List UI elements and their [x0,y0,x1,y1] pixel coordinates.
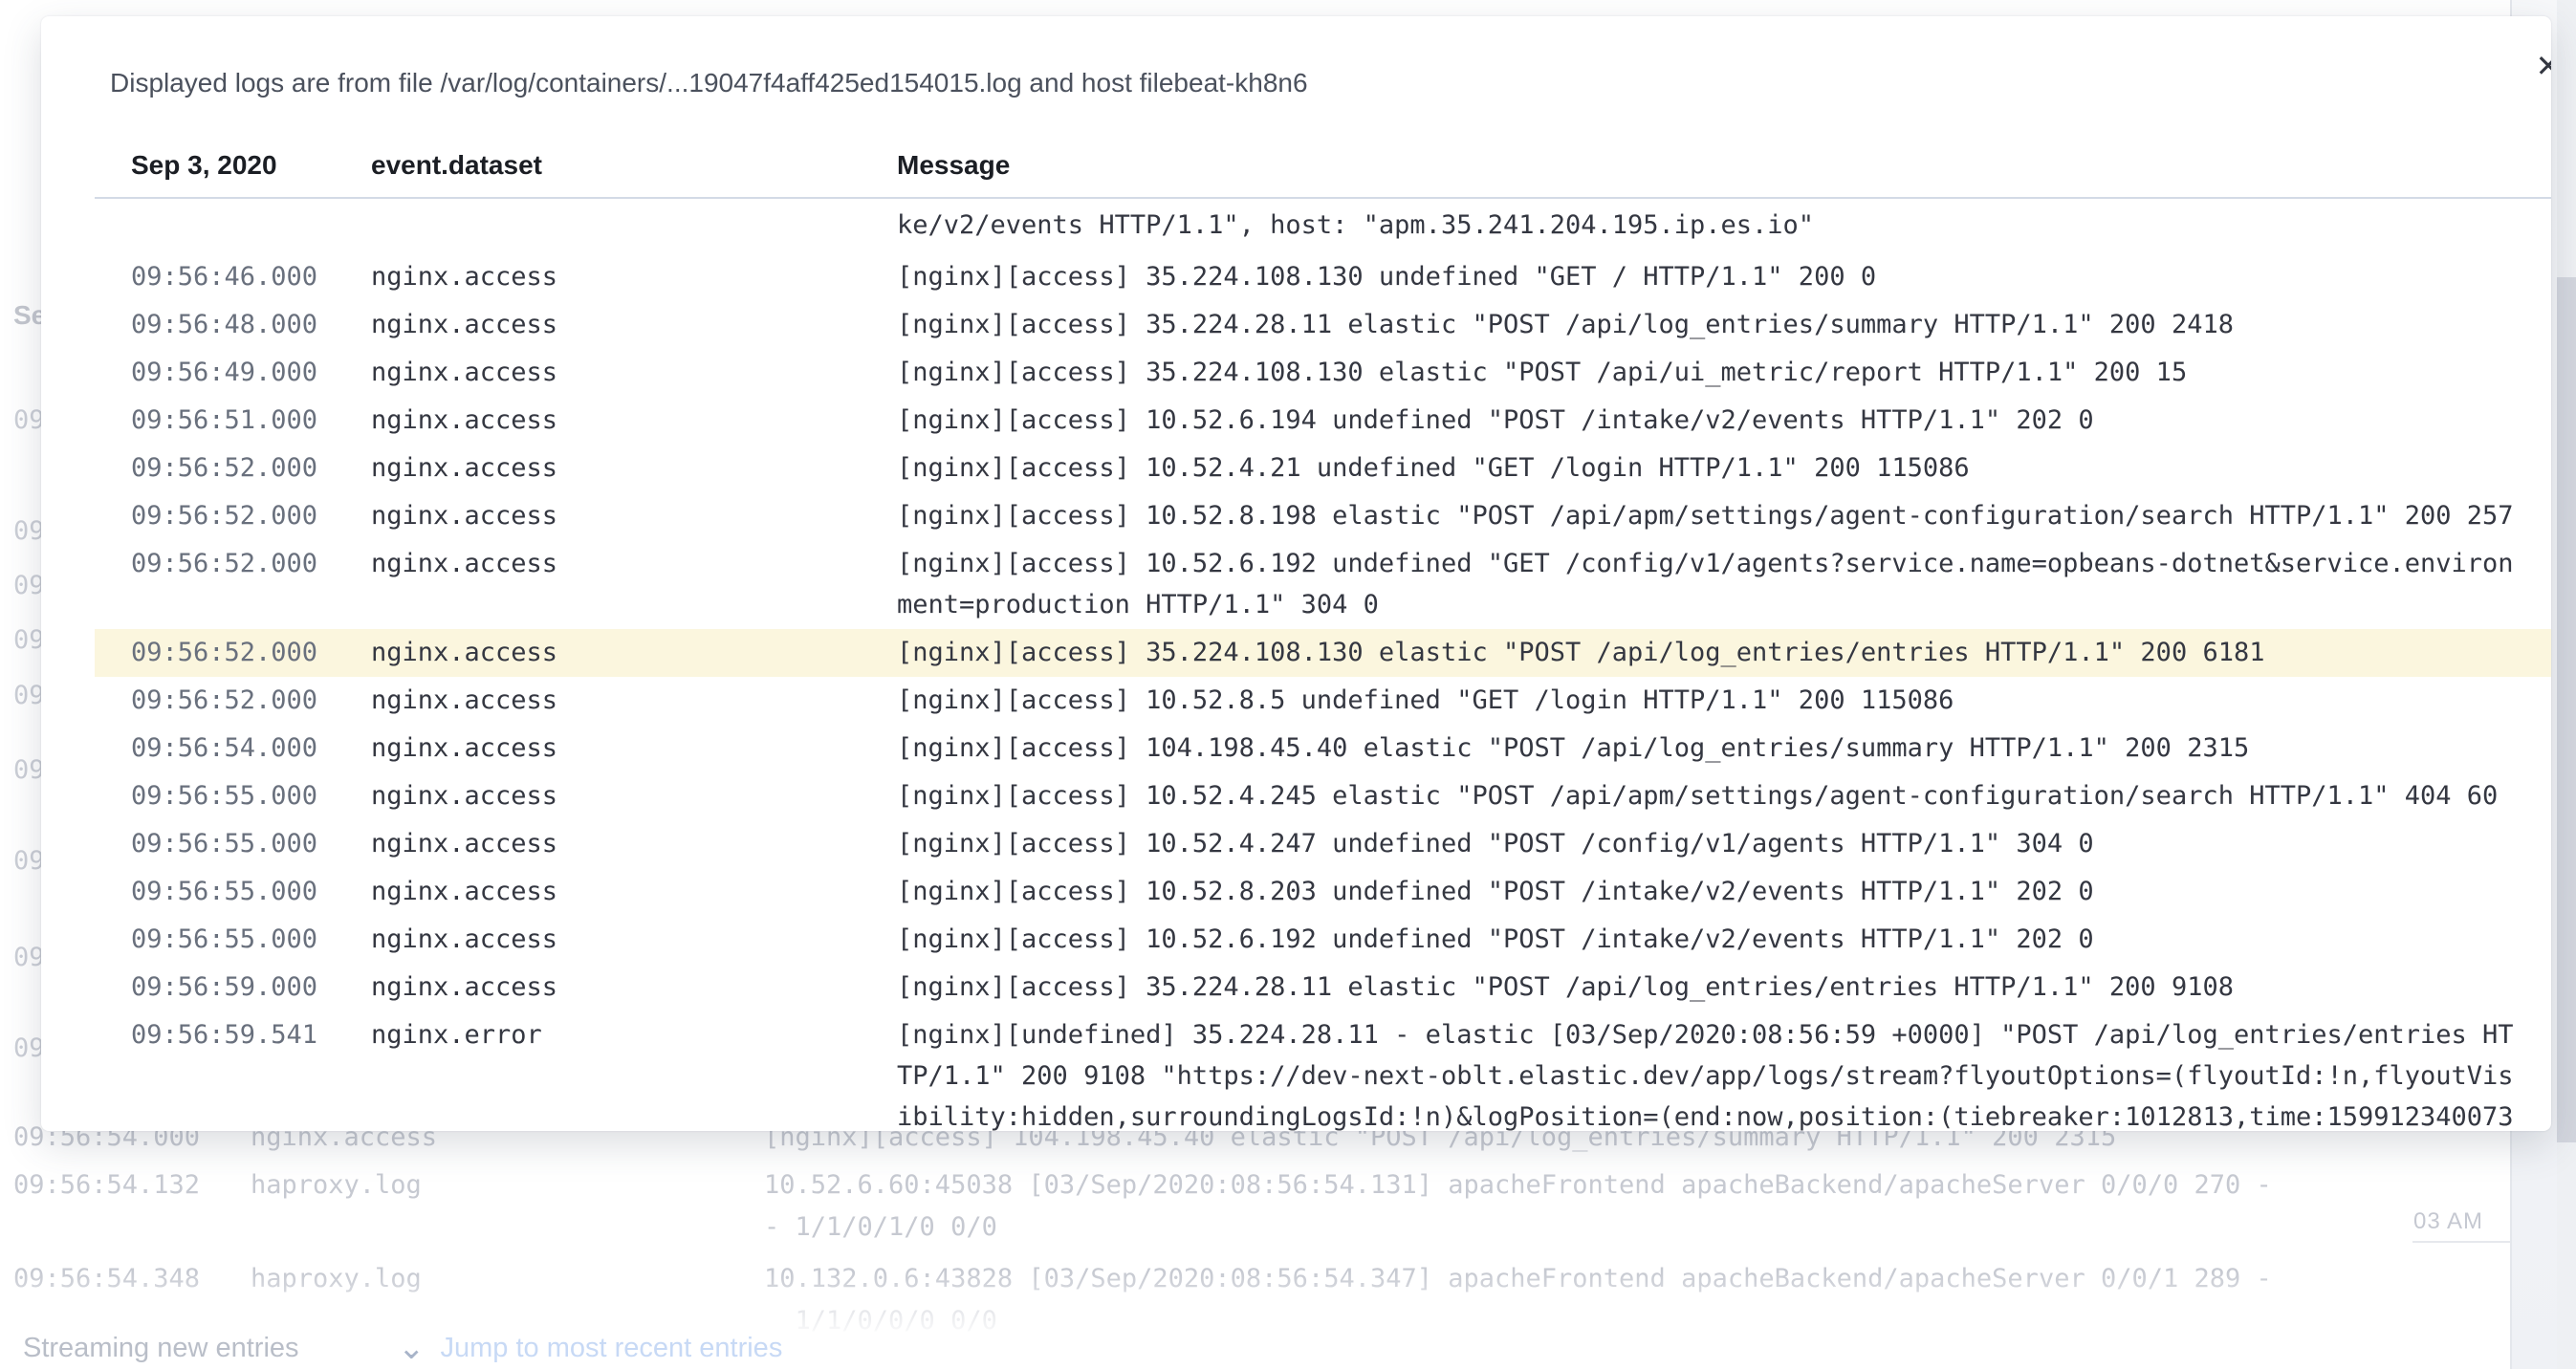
log-entries-table[interactable]: ke/v2/events HTTP/1.1", host: "apm.35.24… [95,199,2551,1131]
row-message: [nginx][access] 10.52.6.194 undefined "P… [897,400,2518,441]
table-row: 09:56:55.000 nginx.access [nginx][access… [95,868,2551,916]
row-dataset: nginx.access [371,632,897,673]
table-row: 09:56:55.000 nginx.access [nginx][access… [95,916,2551,964]
log-entries-modal: Displayed logs are from file /var/log/co… [41,16,2551,1131]
row-timestamp: 09:56:55.000 [131,919,371,960]
table-row: 09:56:52.000 nginx.access [nginx][access… [95,677,2551,725]
row-timestamp: 09:56:55.000 [131,823,371,864]
table-row: 09:56:49.000 nginx.access [nginx][access… [95,349,2551,397]
row-timestamp: 09:56:48.000 [131,304,371,345]
row-timestamp: 09:56:55.000 [131,775,371,816]
row-timestamp: 09:56:46.000 [131,256,371,297]
table-row: 09:56:51.000 nginx.access [nginx][access… [95,397,2551,445]
column-header-dataset: event.dataset [371,150,542,181]
row-dataset: nginx.access [371,304,897,345]
column-header-date: Sep 3, 2020 [131,150,277,181]
background-timestamp-fragment: 09 [13,511,45,552]
row-dataset: nginx.access [371,400,897,441]
table-row: 09:56:52.000 nginx.access [nginx][access… [95,445,2551,492]
time-axis-tick [2412,1241,2510,1243]
background-timestamp-fragment: 09 [13,400,45,441]
row-dataset: haproxy.log [251,1164,748,1206]
row-message: [nginx][access] 10.52.8.198 elastic "POS… [897,495,2518,536]
background-timestamp-fragment: 09 [13,675,45,716]
table-row: 09:56:59.000 nginx.access [nginx][access… [95,964,2551,1011]
row-message: [nginx][undefined] 35.224.28.11 - elasti… [897,1014,2518,1131]
row-dataset: nginx.access [371,967,897,1008]
row-dataset: nginx.access [371,256,897,297]
row-message: [nginx][access] 104.198.45.40 elastic "P… [897,728,2518,769]
row-dataset: nginx.access [371,871,897,912]
table-row: 09:56:52.000 nginx.access [nginx][access… [95,629,2551,677]
table-row: 09:56:59.541 nginx.error [nginx][undefin… [95,1011,2551,1131]
row-message: ke/v2/events HTTP/1.1", host: "apm.35.24… [897,205,2518,246]
row-dataset: nginx.error [371,1014,897,1131]
row-timestamp: 09:56:54.000 [131,728,371,769]
row-timestamp: 09:56:52.000 [131,680,371,721]
close-icon[interactable]: ✕ [2521,39,2551,93]
row-timestamp: 09:56:52.000 [131,495,371,536]
row-message: [nginx][access] 10.52.6.192 undefined "P… [897,919,2518,960]
row-dataset: nginx.access [371,495,897,536]
row-message: [nginx][access] 10.52.6.192 undefined "G… [897,543,2518,625]
row-message: [nginx][access] 10.52.4.247 undefined "P… [897,823,2518,864]
jump-to-recent-link[interactable]: ⌄ Jump to most recent entries [398,1331,782,1365]
row-dataset: nginx.access [371,352,897,393]
row-timestamp [131,205,371,246]
table-row: 09:56:55.000 nginx.access [nginx][access… [95,772,2551,820]
background-timestamp-fragment: 09 [13,565,45,606]
row-timestamp: 09:56:52.000 [131,543,371,625]
column-header-message: Message [897,150,1010,181]
background-timestamp-fragment: 09 [13,937,45,978]
row-timestamp: 09:56:52.000 [131,447,371,489]
table-row: 09:56:54.000 nginx.access [nginx][access… [95,725,2551,772]
row-message: [nginx][access] 35.224.108.130 elastic "… [897,632,2518,673]
row-dataset: nginx.access [371,823,897,864]
background-timestamp-fragment: 09 [13,1028,45,1069]
row-message: [nginx][access] 35.224.108.130 undefined… [897,256,2518,297]
background-timestamp-fragment: 09 [13,750,45,791]
modal-title: Displayed logs are from file /var/log/co… [110,68,1308,98]
row-timestamp: 09:56:54.132 [13,1164,243,1206]
page-scrollbar-thumb[interactable] [2557,277,2576,1142]
row-timestamp: 09:56:51.000 [131,400,371,441]
row-message: [nginx][access] 35.224.28.11 elastic "PO… [897,304,2518,345]
row-message: [nginx][access] 10.52.4.21 undefined "GE… [897,447,2518,489]
row-dataset [371,205,897,246]
row-timestamp: 09:56:49.000 [131,352,371,393]
row-message: [nginx][access] 10.52.8.5 undefined "GET… [897,680,2518,721]
row-timestamp: 09:56:59.541 [131,1014,371,1131]
row-dataset: nginx.access [371,543,897,625]
row-dataset: nginx.access [371,728,897,769]
table-row: 09:56:48.000 nginx.access [nginx][access… [95,301,2551,349]
row-message: [nginx][access] 35.224.28.11 elastic "PO… [897,967,2518,1008]
table-row: 09:56:55.000 nginx.access [nginx][access… [95,820,2551,868]
jump-link-label: Jump to most recent entries [441,1333,783,1364]
background-timestamp-fragment: 09 [13,840,45,881]
streaming-status-text: Streaming new entries [23,1333,299,1364]
table-row: 09:56:52.000 nginx.access [nginx][access… [95,540,2551,629]
row-dataset: nginx.access [371,919,897,960]
page-scrollbar[interactable] [2557,0,2576,1369]
table-row: ke/v2/events HTTP/1.1", host: "apm.35.24… [95,199,2551,253]
row-message: [nginx][access] 35.224.108.130 elastic "… [897,352,2518,393]
row-dataset: nginx.access [371,447,897,489]
stream-status-bar: Streaming new entries ⌄ Jump to most rec… [0,1331,2576,1369]
row-dataset: nginx.access [371,775,897,816]
row-message: [nginx][access] 10.52.8.203 undefined "P… [897,871,2518,912]
row-message: [nginx][access] 10.52.4.245 elastic "POS… [897,775,2518,816]
table-row: 09:56:46.000 nginx.access [nginx][access… [95,253,2551,301]
row-timestamp: 09:56:59.000 [131,967,371,1008]
chevron-down-icon: ⌄ [398,1331,426,1365]
row-timestamp: 09:56:52.000 [131,632,371,673]
time-axis-label: 03 AM [2413,1208,2509,1235]
table-row: 09:56:52.000 nginx.access [nginx][access… [95,492,2551,540]
row-message: 10.52.6.60:45038 [03/Sep/2020:08:56:54.1… [764,1164,2390,1249]
row-timestamp: 09:56:55.000 [131,871,371,912]
background-timestamp-fragment: 09 [13,619,45,661]
row-dataset: nginx.access [371,680,897,721]
